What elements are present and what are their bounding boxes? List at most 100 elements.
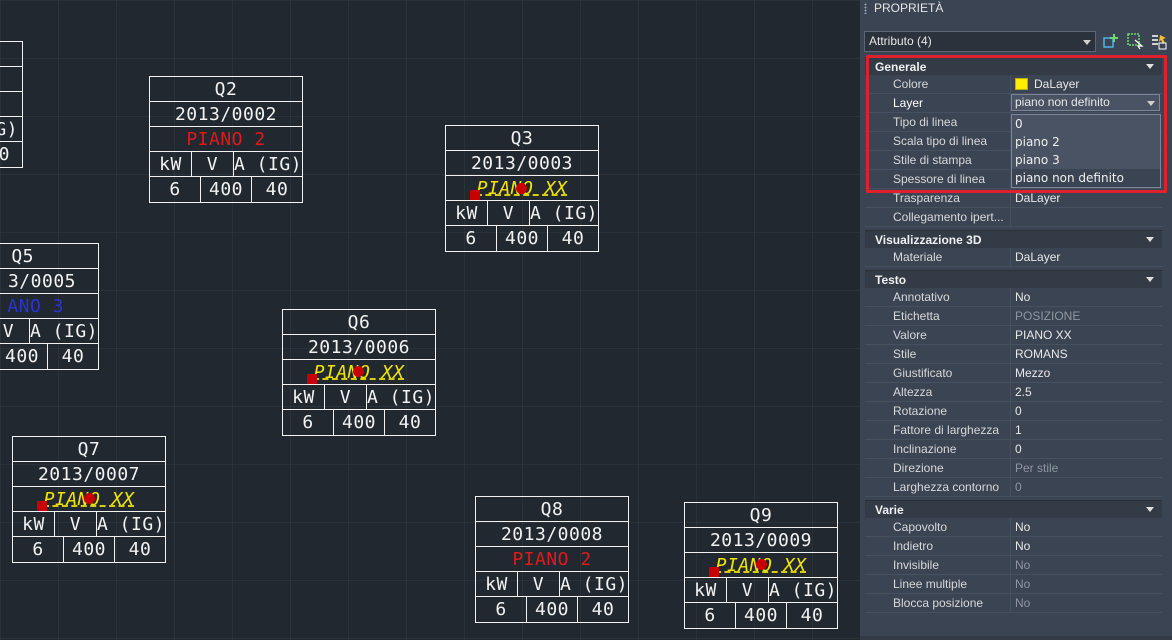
block-number: 2013/0006 [283, 335, 435, 360]
block-id: Q5 [0, 244, 98, 269]
cell-v-value: 400 [527, 597, 578, 622]
property-row-altezza[interactable]: Altezza 2.5 [865, 383, 1162, 402]
property-key: Direzione [865, 459, 1011, 477]
property-value[interactable]: 0 [1011, 440, 1162, 458]
layer-option-piano-non-definito[interactable]: piano non definito [1012, 169, 1160, 187]
cell-a-value: 40 [561, 228, 585, 249]
property-value[interactable]: Mezzo [1011, 364, 1162, 382]
grip-square-icon[interactable] [37, 501, 47, 511]
layer-option-0[interactable]: 0 [1012, 115, 1160, 133]
collapse-icon[interactable] [1146, 64, 1154, 69]
value-row: 6 400 40 [446, 226, 598, 251]
property-row-colore[interactable]: Colore DaLayer [865, 75, 1162, 94]
grip-circle-icon[interactable] [756, 559, 767, 570]
property-row-giustificato[interactable]: Giustificato Mezzo [865, 364, 1162, 383]
collapse-icon[interactable] [1146, 237, 1154, 242]
property-value[interactable]: ROMANS [1011, 345, 1162, 363]
property-row-materiale[interactable]: Materiale DaLayer [865, 248, 1162, 267]
property-row-linee-multiple[interactable]: Linee multiple No [865, 575, 1162, 594]
property-row-valore[interactable]: Valore PIANO XX [865, 326, 1162, 345]
selection-label: Attributo (4) [869, 34, 932, 48]
property-value[interactable]: 1 [1011, 421, 1162, 439]
property-row-rotazione[interactable]: Rotazione 0 [865, 402, 1162, 421]
property-row-fattore-di-larghezza[interactable]: Fattore di larghezza 1 [865, 421, 1162, 440]
collapse-icon[interactable] [1146, 277, 1154, 282]
property-value[interactable]: 0 [1011, 402, 1162, 420]
category-generale[interactable]: Generale [865, 57, 1162, 75]
property-value[interactable]: DaLayer [1011, 248, 1162, 266]
property-key: Larghezza contorno [865, 478, 1011, 496]
palette-title-bar[interactable]: PROPRIETÀ [860, 0, 1172, 18]
layer-option-piano-3[interactable]: piano 3 [1012, 151, 1160, 169]
block-number: 2013/0008 [476, 522, 628, 547]
grip-square-icon[interactable] [307, 374, 317, 384]
property-key: Inclinazione [865, 440, 1011, 458]
toggle-pickadd-icon[interactable] [1102, 32, 1120, 50]
collapse-icon[interactable] [1146, 507, 1154, 512]
property-row-invisibile[interactable]: Invisibile No [865, 556, 1162, 575]
property-value[interactable]: PIANO XX [1011, 326, 1162, 344]
block-id: Q2 [150, 77, 302, 102]
drawing-canvas[interactable]: IG) 0 Q2 2013/0002 PIANO 2 kWVA (IG) 640… [0, 0, 860, 640]
category-label: Varie [875, 502, 904, 517]
property-row-indietro[interactable]: Indietro No [865, 537, 1162, 556]
property-key: Stile di stampa [865, 151, 1011, 169]
property-value[interactable]: No [1011, 518, 1162, 536]
quick-select-icon[interactable] [1150, 32, 1168, 50]
property-row-annotativo[interactable]: Annotativo No [865, 288, 1162, 307]
property-value[interactable]: 2.5 [1011, 383, 1162, 401]
grip-circle-icon[interactable] [353, 366, 364, 377]
property-value[interactable]: No [1011, 537, 1162, 555]
property-row-stile[interactable]: Stile ROMANS [865, 345, 1162, 364]
header-row: kW V A (IG) [476, 572, 628, 597]
grip-square-icon[interactable] [709, 567, 719, 577]
cell-v: V [488, 201, 530, 225]
layer-dropdown[interactable]: piano non definito [1011, 94, 1160, 111]
cell-kw: kW [150, 152, 192, 176]
cell-v: V [55, 512, 97, 536]
chevron-down-icon[interactable] [1147, 101, 1155, 106]
property-row-trasparenza[interactable]: Trasparenza DaLayer [865, 189, 1162, 208]
property-row-collegamento[interactable]: Collegamento ipert... [865, 208, 1162, 227]
block-q2[interactable]: Q2 2013/0002 PIANO 2 kW V A (IG) 6 400 40 [149, 76, 303, 203]
block-q5[interactable]: Q5 3/0005 ANO 3 VA (IG) 400 40 [0, 243, 99, 370]
grip-circle-icon[interactable] [516, 183, 527, 194]
drag-grip-icon[interactable] [864, 3, 867, 14]
property-row-blocca-posizione[interactable]: Blocca posizione No [865, 594, 1162, 613]
property-key: Scala tipo di linea [865, 132, 1011, 150]
select-objects-icon[interactable] [1126, 32, 1144, 50]
property-value[interactable]: DaLayer [1011, 75, 1162, 93]
property-key: Invisibile [865, 556, 1011, 574]
value-row: 400 40 [0, 344, 98, 369]
property-key: Indietro [865, 537, 1011, 555]
cell-kw-value: 6 [150, 177, 201, 202]
category-visualizzazione-3d[interactable]: Visualizzazione 3D [865, 230, 1162, 248]
layer-option-piano-2[interactable]: piano 2 [1012, 133, 1160, 151]
grip-circle-icon[interactable] [84, 493, 95, 504]
property-row-inclinazione[interactable]: Inclinazione 0 [865, 440, 1162, 459]
cell-v: V [325, 385, 367, 409]
block-q8[interactable]: Q8 2013/0008 PIANO 2 kW V A (IG) 6 400 40 [475, 496, 629, 623]
cell-v: V [0, 319, 30, 343]
property-value[interactable]: piano non definito [1011, 94, 1162, 112]
property-row-direzione[interactable]: Direzione Per stile [865, 459, 1162, 478]
property-key: Trasparenza [865, 189, 1011, 207]
category-testo[interactable]: Testo [865, 270, 1162, 288]
property-value[interactable]: No [1011, 288, 1162, 306]
block-partial-left[interactable]: IG) 0 [0, 41, 23, 168]
header-row: VA (IG) [0, 319, 98, 344]
category-varie[interactable]: Varie [865, 500, 1162, 518]
cell-kw-value: 6 [13, 537, 64, 562]
cell-a: A (IG) [29, 320, 98, 342]
property-row-layer[interactable]: Layer piano non definito [865, 94, 1162, 113]
property-row-larghezza-contorno[interactable]: Larghezza contorno 0 [865, 478, 1162, 497]
property-value[interactable]: DaLayer [1011, 189, 1162, 207]
category-label: Generale [875, 59, 927, 74]
property-key: Rotazione [865, 402, 1011, 420]
selection-dropdown[interactable]: Attributo (4) [864, 31, 1096, 52]
property-value[interactable] [1011, 208, 1162, 226]
property-row-capovolto[interactable]: Capovolto No [865, 518, 1162, 537]
property-key: Valore [865, 326, 1011, 344]
property-row-etichetta[interactable]: Etichetta POSIZIONE [865, 307, 1162, 326]
grip-square-icon[interactable] [470, 190, 480, 200]
